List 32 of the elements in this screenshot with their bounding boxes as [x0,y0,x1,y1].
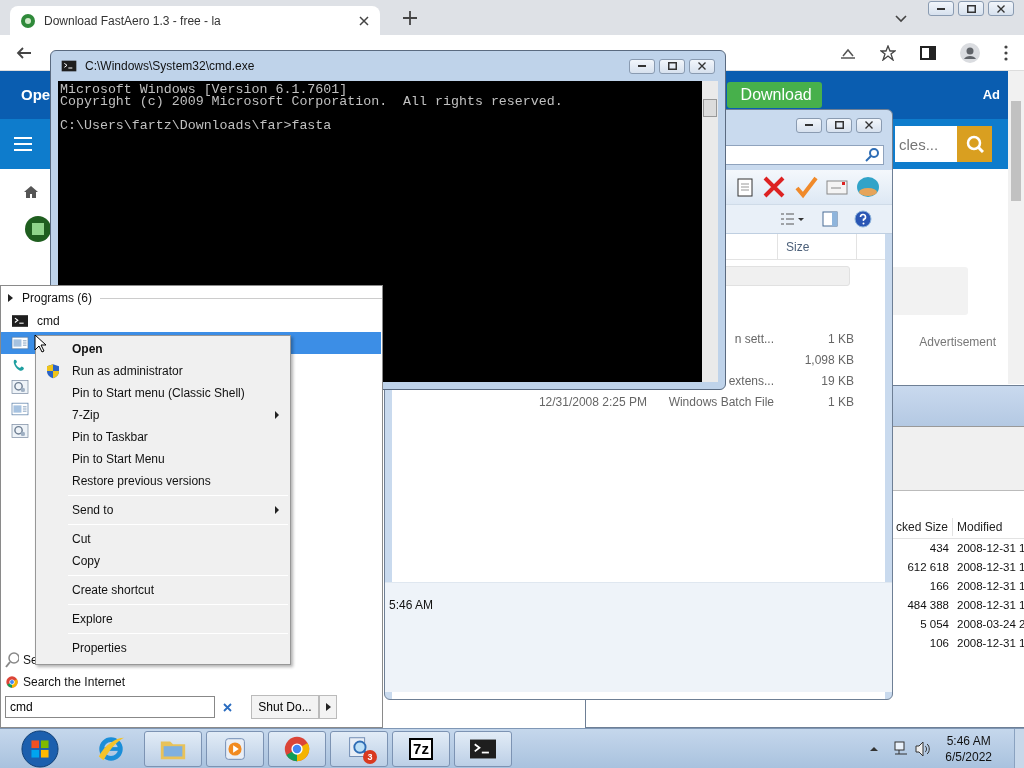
table-cell-text: 612 618 [906,559,950,575]
ad-label: Ad [982,86,1000,105]
table-cell-text: 2008-12-31 1 [956,635,1024,651]
window-title: C:\Windows\System32\cmd.exe [85,58,256,75]
site-title: Ope [21,84,51,105]
type-cell: extens... [728,373,774,388]
table-cell-text: 2008-12-31 1 [956,559,1024,575]
status-text: 5:46 AM [389,597,434,614]
table-cell-text: 434 [928,540,950,556]
size-cell-text: 1,098 KB [803,351,854,369]
table-cell-text: 5 054 [919,616,950,632]
table-cell-text: 484 388 [906,597,950,613]
clock-date: 6/5/2022 [945,748,992,765]
console-line: Copyright (c) 2009 Microsoft Corporation. All rights reserved. [60,96,564,108]
notification-badge: 3 [363,749,377,764]
size-cell-text: 19 KB [820,372,854,390]
date-cell-text: 12/31/2008 2:25 PM [537,393,647,411]
type-cell: Windows Batch File [668,394,774,409]
clock-time: 5:46 AM [946,732,991,749]
tab-title: Download FastAero 1.3 - free - la [44,12,222,30]
advertisement-label: Advertisement [919,334,996,351]
size-cell-text: 1 KB [827,330,854,348]
console-line: C:\Users\fartz\Downloads\far>fasta [60,120,333,132]
table-cell-text: 2008-12-31 1 [956,597,1024,613]
table-cell-text: 2008-12-31 1 [956,540,1024,556]
table-cell-text: 2008-03-24 2 [956,616,1024,632]
table-cell-text: 106 [928,635,950,651]
table-cell-text: 166 [928,578,950,594]
size-cell-text: 1 KB [827,393,854,411]
type-cell: n sett... [734,331,774,346]
table-cell-text: 2008-12-31 1 [956,578,1024,594]
console-line: Microsoft Windows [Version 6.1.7601] [60,84,348,96]
